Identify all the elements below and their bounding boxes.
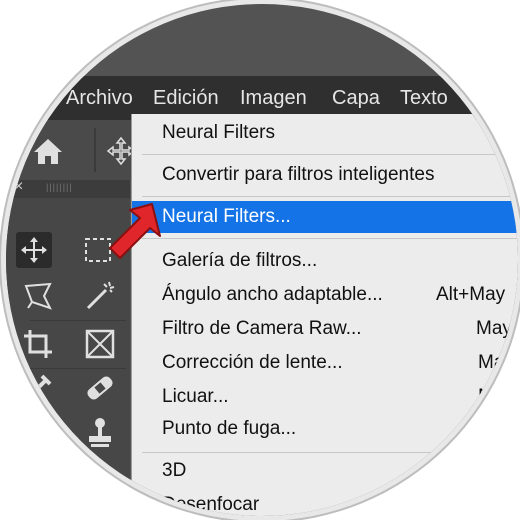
panel-grip[interactable]: |||||||| [46,182,73,192]
crop-icon [24,330,52,358]
tools-separator [30,368,126,369]
menu-item-neural-filters[interactable]: Neural Filters... [132,201,518,233]
stamp-icon [89,418,111,447]
frame-tool[interactable] [82,326,118,362]
tools-panel-header: × |||||||| [6,178,130,198]
menu-item-liquify[interactable]: Licuar... [162,382,229,412]
menu-item-adaptive-wide-angle[interactable]: Ángulo ancho adaptable... [162,280,383,310]
menu-archivo[interactable]: Archivo [66,76,133,120]
shortcut-camera-raw: May [476,318,512,339]
panel-close-icon[interactable]: × [14,178,23,196]
shortcut-liquify: M [478,386,494,407]
pointer-arrow-icon [109,203,161,259]
healing-tool[interactable] [82,370,118,406]
eyedropper-tool[interactable] [20,370,56,406]
menu-item-lens-correction[interactable]: Corrección de lente... [162,348,343,378]
lasso-tool[interactable] [20,278,56,314]
menu-item-vanishing-point[interactable]: Punto de fuga... [162,414,296,444]
shortcut-adaptive-wide-angle: Alt+May [436,284,506,305]
options-separator [94,128,96,172]
move-tool[interactable] [16,232,52,268]
shortcut-lens-correction: Ma [478,352,505,373]
menu-divider [142,452,518,453]
menu-divider [142,196,518,197]
move-icon [21,237,47,263]
magic-wand-icon [86,281,115,310]
menu-divider [142,238,518,239]
menu-item-convert-smart-filters[interactable]: Convertir para filtros inteligentes [162,160,434,190]
stamp-tool[interactable] [82,414,118,450]
menu-item-3d[interactable]: 3D [162,456,186,486]
menu-divider [142,154,518,155]
home-icon[interactable] [32,136,64,166]
tools-separator [30,320,126,321]
magnifier-lens: Archivo Edición Imagen Capa Texto × ||||… [6,4,518,516]
menu-item-filter-gallery[interactable]: Galería de filtros... [162,246,317,276]
magic-wand-tool[interactable] [82,278,118,314]
crop-tool[interactable] [20,326,56,362]
eyedropper-icon [24,374,52,402]
filter-menu: Neural Filters Convertir para filtros in… [131,114,518,516]
frame-icon [85,329,115,359]
lasso-icon [24,282,52,310]
healing-icon [87,376,113,400]
menu-item-neural-filters-label: Neural Filters... [162,206,291,227]
menu-item-last-filter[interactable]: Neural Filters [162,118,275,148]
menu-item-blur[interactable]: Desenfocar [162,490,259,516]
menu-item-camera-raw[interactable]: Filtro de Camera Raw... [162,314,362,344]
